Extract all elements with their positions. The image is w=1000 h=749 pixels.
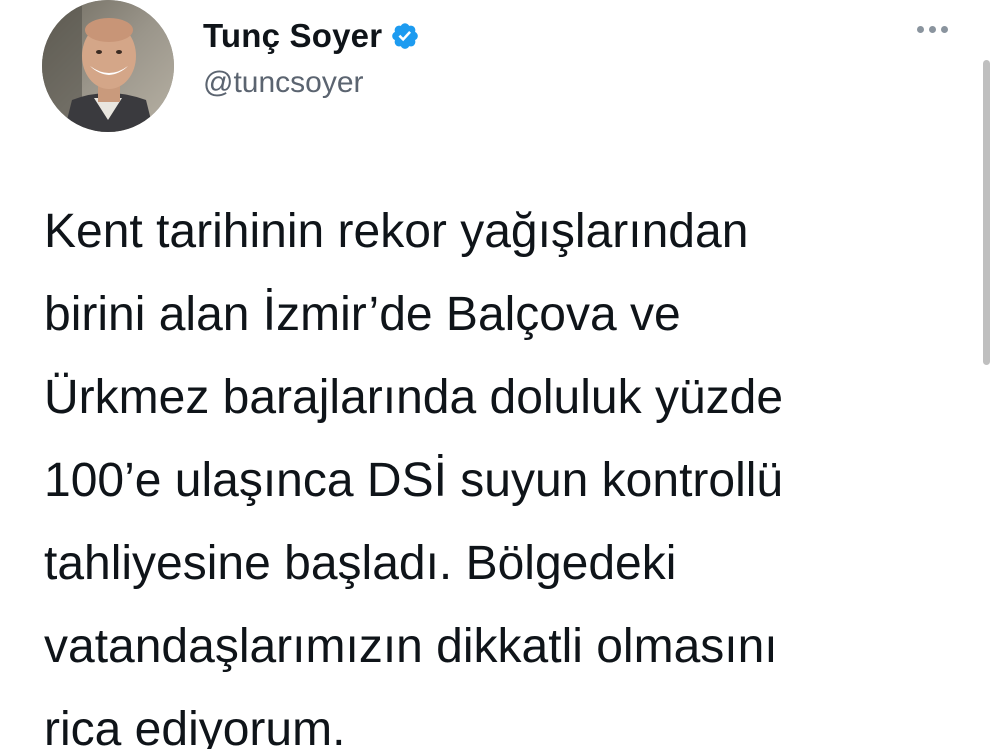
verified-badge-icon: [390, 21, 420, 51]
scrollbar-thumb[interactable]: [983, 60, 990, 365]
tweet-text-line: birini alan İzmir’de Balçova ve: [44, 288, 681, 341]
tweet-text-line: Ürkmez barajlarında doluluk yüzde: [44, 371, 784, 424]
author-handle[interactable]: @tuncsoyer: [203, 66, 364, 100]
avatar[interactable]: [42, 0, 174, 132]
tweet-text-line: rica ediyorum.: [44, 703, 346, 749]
more-dot-icon: [941, 26, 948, 33]
more-dot-icon: [929, 26, 936, 33]
author-name[interactable]: Tunç Soyer: [203, 17, 382, 55]
more-options-button[interactable]: [917, 26, 948, 33]
tweet-text-line: Kent tarihinin rekor yağışlarından: [44, 205, 749, 258]
tweet-text-line: 100’e ulaşınca DSİ suyun kontrollü: [44, 454, 784, 507]
tweet-text: Kent tarihinin rekor yağışlarından birin…: [44, 190, 944, 749]
tweet-text-line: vatandaşlarımızın dikkatli olmasını: [44, 620, 778, 673]
author-info: Tunç Soyer: [203, 14, 420, 58]
tweet-text-line: tahliyesine başladı. Bölgedeki: [44, 537, 677, 590]
more-dot-icon: [917, 26, 924, 33]
avatar-image: [42, 0, 174, 132]
tweet-card: Tunç Soyer @tuncsoyer Kent tarihinin rek…: [0, 0, 1000, 749]
